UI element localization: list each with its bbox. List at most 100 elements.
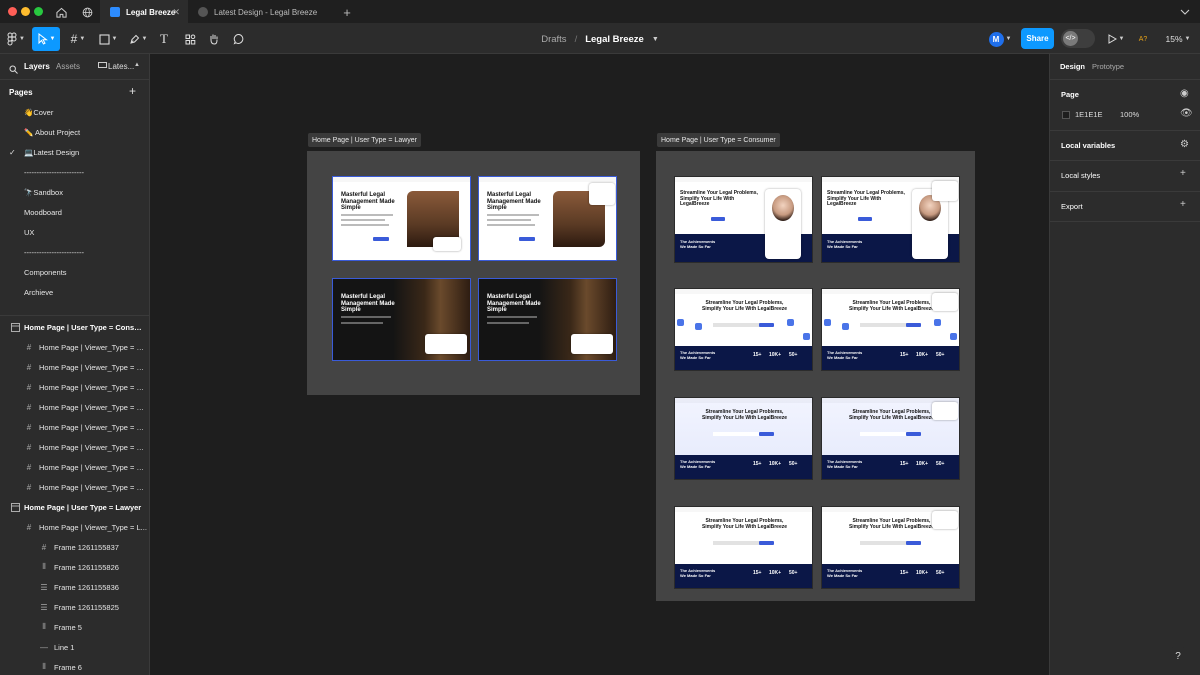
consumer-home-thumb[interactable]: Streamline Your Legal Problems, Simplify… bbox=[674, 176, 813, 263]
canvas[interactable]: Home Page | User Type = Lawyer Masterful… bbox=[150, 54, 1049, 675]
consumer-home-thumb[interactable]: Streamline Your Legal Problems, Simplify… bbox=[674, 397, 813, 480]
tab-legal-breeze[interactable]: Legal Breeze ✕ bbox=[100, 0, 188, 24]
page-item-latest-design[interactable]: ✓ 💻Latest Design bbox=[0, 143, 150, 161]
close-window-button[interactable] bbox=[8, 7, 17, 16]
present-button[interactable]: ▼ bbox=[1104, 27, 1128, 51]
eye-icon[interactable]: 👁 bbox=[1180, 108, 1193, 119]
page-item-components[interactable]: Components bbox=[0, 263, 150, 281]
layer-frame[interactable]: # Frame 1261155837 bbox=[0, 538, 150, 556]
user-avatar-button[interactable]: M ▼ bbox=[986, 27, 1014, 51]
consumer-home-thumb[interactable]: Streamline Your Legal Problems, Simplify… bbox=[821, 506, 960, 589]
layer-frame[interactable]: ☰ Frame 1261155836 bbox=[0, 578, 150, 596]
layer-frame[interactable]: # Home Page | Viewer_Type = L... bbox=[0, 518, 150, 536]
maximize-window-button[interactable] bbox=[34, 7, 43, 16]
hand-tool-button[interactable] bbox=[206, 27, 222, 51]
page-item-cover[interactable]: 👋Cover bbox=[0, 103, 150, 121]
tab-prototype[interactable]: Prototype bbox=[1092, 62, 1124, 71]
share-button[interactable]: Share bbox=[1021, 28, 1054, 49]
layer-label: Frame 1261155836 bbox=[54, 582, 119, 592]
lawyer-home-thumb[interactable]: Masterful Legal Management Made Simple bbox=[332, 278, 471, 361]
layer-frame[interactable]: # Home Page | Viewer_Type = C... bbox=[0, 398, 150, 416]
layer-line[interactable]: — Line 1 bbox=[0, 638, 150, 656]
lawyer-frame-label[interactable]: Home Page | User Type = Lawyer bbox=[308, 133, 421, 147]
thumb-stat: 50+ bbox=[789, 352, 798, 358]
search-icon[interactable] bbox=[9, 61, 18, 79]
layer-frame[interactable]: ⫴ Frame 6 bbox=[0, 658, 150, 675]
zoom-dropdown[interactable]: 15% ▼ bbox=[1162, 27, 1194, 51]
page-opacity-value[interactable]: 100% bbox=[1120, 110, 1139, 119]
add-page-button[interactable]: + bbox=[129, 84, 136, 98]
page-item-moodboard[interactable]: Moodboard bbox=[0, 203, 150, 221]
page-item-ux[interactable]: UX bbox=[0, 223, 150, 241]
page-color-value[interactable]: 1E1E1E bbox=[1075, 110, 1103, 119]
consumer-home-thumb[interactable]: Streamline Your Legal Problems, Simplify… bbox=[674, 506, 813, 589]
lawyer-home-thumb[interactable]: Masterful Legal Management Made Simple bbox=[478, 176, 617, 261]
text-tool-button[interactable]: T bbox=[156, 27, 172, 51]
lawyer-frame[interactable]: Masterful Legal Management Made Simple M… bbox=[307, 151, 640, 395]
shape-tool-button[interactable]: ▼ bbox=[96, 27, 120, 51]
layer-frame[interactable]: # Home Page | Viewer_Type = C... bbox=[0, 458, 150, 476]
add-export-icon[interactable]: + bbox=[1180, 199, 1186, 210]
dev-mode-toggle[interactable]: </> bbox=[1061, 29, 1095, 48]
comment-tool-button[interactable] bbox=[231, 27, 247, 51]
lawyer-home-thumb[interactable]: Masterful Legal Management Made Simple bbox=[478, 278, 617, 361]
chevron-up-icon[interactable]: ▲ bbox=[134, 62, 140, 68]
thumb-search-bar bbox=[713, 541, 765, 545]
close-tab-icon[interactable]: ✕ bbox=[172, 7, 180, 18]
thumb-achievements: The Achievements We Made So Far bbox=[827, 350, 863, 360]
consumer-home-thumb[interactable]: Streamline Your Legal Problems, Simplify… bbox=[674, 288, 813, 371]
layer-frame[interactable]: # Home Page | Viewer_Type = C... bbox=[0, 378, 150, 396]
layer-frame[interactable]: # Home Page | Viewer_Type = C... bbox=[0, 478, 150, 496]
section-icon bbox=[10, 502, 20, 512]
layer-frame[interactable]: # Home Page | Viewer_Type = C... bbox=[0, 338, 150, 356]
page-color-swatch[interactable] bbox=[1062, 111, 1070, 119]
help-button[interactable]: ? bbox=[1168, 646, 1188, 666]
current-page-dropdown[interactable]: Lates... bbox=[108, 62, 134, 71]
tab-design[interactable]: Design bbox=[1060, 62, 1085, 71]
sliders-icon[interactable]: ⚙ bbox=[1180, 139, 1189, 150]
layer-label: Home Page | User Type = Consum... bbox=[24, 322, 146, 332]
tab-layers[interactable]: Layers bbox=[24, 62, 50, 71]
layer-frame[interactable]: # Home Page | Viewer_Type = C... bbox=[0, 418, 150, 436]
move-tool-button[interactable]: ▼ bbox=[32, 27, 60, 51]
missing-fonts-button[interactable]: A? bbox=[1136, 27, 1150, 51]
page-item-about-project[interactable]: ✏️ About Project bbox=[0, 123, 150, 141]
layer-frame[interactable]: ⫴ Frame 1261155826 bbox=[0, 558, 150, 576]
tab-latest-design[interactable]: Latest Design - Legal Breeze bbox=[188, 0, 336, 24]
globe-icon[interactable] bbox=[78, 3, 96, 21]
consumer-frame[interactable]: Streamline Your Legal Problems, Simplify… bbox=[656, 151, 975, 601]
eye-settings-icon[interactable]: ◉ bbox=[1180, 88, 1189, 99]
consumer-frame-label[interactable]: Home Page | User Type = Consumer bbox=[657, 133, 780, 147]
home-icon[interactable] bbox=[52, 3, 70, 21]
thumb-stat: 15+ bbox=[900, 570, 909, 576]
window-menu-icon[interactable] bbox=[1176, 3, 1194, 21]
file-name[interactable]: Legal Breeze bbox=[585, 34, 644, 45]
layer-frame[interactable]: ☰ Frame 1261155825 bbox=[0, 598, 150, 616]
layer-section-lawyer[interactable]: Home Page | User Type = Lawyer bbox=[0, 498, 150, 516]
chevron-down-icon[interactable]: ▼ bbox=[652, 36, 659, 43]
consumer-home-thumb[interactable]: Streamline Your Legal Problems, Simplify… bbox=[821, 397, 960, 480]
toolbar: Drafts / Legal Breeze ▼ ▼ ▼ # ▼ ▼ ▼ T M … bbox=[0, 24, 1200, 54]
layer-frame[interactable]: # Home Page | Viewer_Type = C... bbox=[0, 438, 150, 456]
layer-section-consumer[interactable]: Home Page | User Type = Consum... bbox=[0, 318, 150, 336]
tab-assets[interactable]: Assets bbox=[56, 62, 80, 71]
layer-frame[interactable]: # Home Page | Viewer_Type = C... bbox=[0, 358, 150, 376]
page-item-separator[interactable]: ------------------------ bbox=[0, 243, 150, 261]
new-tab-icon[interactable]: + bbox=[338, 3, 356, 21]
main-menu-button[interactable]: ▼ bbox=[6, 27, 26, 51]
page-item-archieve[interactable]: Archieve bbox=[0, 283, 150, 301]
drafts-link[interactable]: Drafts bbox=[541, 34, 566, 45]
frame-tool-button[interactable]: # ▼ bbox=[66, 27, 90, 51]
minimize-window-button[interactable] bbox=[21, 7, 30, 16]
lawyer-home-thumb[interactable]: Masterful Legal Management Made Simple bbox=[332, 176, 471, 261]
divider bbox=[0, 79, 150, 80]
consumer-home-thumb[interactable]: Streamline Your Legal Problems, Simplify… bbox=[821, 176, 960, 263]
pen-tool-button[interactable]: ▼ bbox=[126, 27, 150, 51]
thumb-achievements: The Achievements We Made So Far bbox=[680, 568, 716, 578]
page-item-sandbox[interactable]: 🔭Sandbox bbox=[0, 183, 150, 201]
layer-frame[interactable]: ⫴ Frame 5 bbox=[0, 618, 150, 636]
add-style-icon[interactable]: + bbox=[1180, 168, 1186, 179]
page-item-separator[interactable]: ------------------------ bbox=[0, 163, 150, 181]
consumer-home-thumb[interactable]: Streamline Your Legal Problems, Simplify… bbox=[821, 288, 960, 371]
resources-button[interactable] bbox=[182, 27, 198, 51]
